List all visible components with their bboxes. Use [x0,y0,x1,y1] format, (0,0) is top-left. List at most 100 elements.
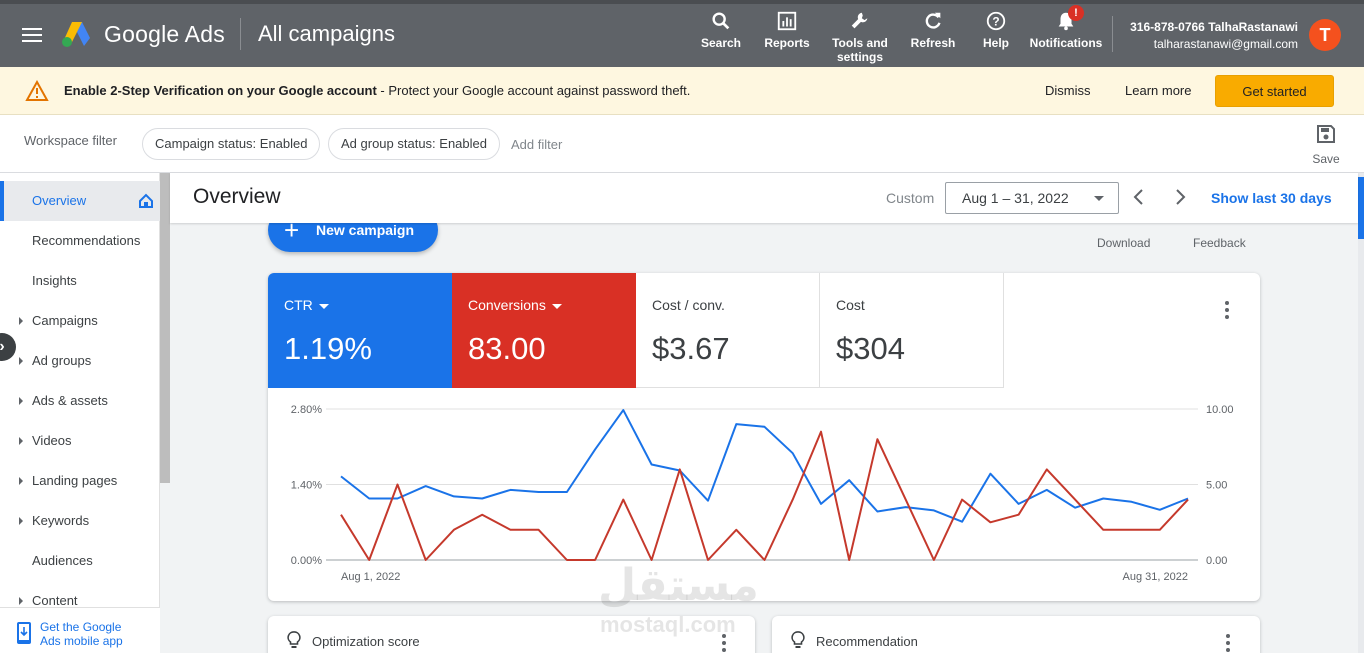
series-line-conversions [340,430,1189,561]
y-right-tick-label: 10.00 [1206,404,1234,416]
watermark-url: mostaql.com [600,612,736,637]
metric-value: 1.19% [284,331,372,366]
brand-title: Google Ads [104,21,225,47]
ad-group-status-chip[interactable]: Ad group status: Enabled [328,128,500,160]
warning-icon [25,80,49,101]
previous-period-icon[interactable] [1129,187,1149,207]
save-button[interactable]: Save [1308,124,1344,166]
expand-caret-icon [19,477,23,485]
expand-caret-icon [19,597,23,605]
x-end-label: Aug 31, 2022 [1123,571,1188,583]
help-button[interactable]: ? Help [980,10,1012,50]
show-last-30-days-link[interactable]: Show last 30 days [1211,190,1332,206]
search-icon [712,12,730,30]
top-app-bar: Google Ads All campaigns Search Reports … [0,0,1364,67]
expand-caret-icon [19,517,23,525]
sidebar-item-landing-pages[interactable]: Landing pages [0,461,160,501]
recommendation-card[interactable]: Recommendation [772,616,1260,653]
sidebar-nav: Overview Recommendations Insights Campai… [0,173,160,653]
next-period-icon[interactable] [1170,187,1190,207]
save-icon [1317,125,1335,143]
dismiss-button[interactable]: Dismiss [1045,83,1091,98]
more-options-icon[interactable] [1226,634,1230,652]
get-started-button[interactable]: Get started [1215,75,1334,107]
sidebar-item-overview[interactable]: Overview [0,181,160,221]
sidebar-item-campaigns[interactable]: Campaigns [0,301,160,341]
metric-value: $3.67 [652,331,730,366]
sidebar-scrollbar[interactable] [160,173,170,483]
y-left-tick-label: 2.80% [291,404,322,416]
svg-text:?: ? [992,15,999,29]
lightbulb-icon [791,631,805,648]
workspace-filter-label: Workspace filter [24,133,117,148]
sidebar-item-keywords[interactable]: Keywords [0,501,160,541]
page-scrollbar-track[interactable] [1358,173,1364,653]
metric-conversions[interactable]: Conversions 83.00 [452,273,636,388]
sidebar-item-insights[interactable]: Insights [0,261,160,301]
campaign-status-chip[interactable]: Campaign status: Enabled [142,128,321,160]
sidebar-item-recommendations[interactable]: Recommendations [0,221,160,261]
date-range-select[interactable]: Aug 1 – 31, 2022 [945,182,1119,214]
y-right-tick-label: 0.00 [1206,555,1227,567]
expand-caret-icon [19,397,23,405]
x-start-label: Aug 1, 2022 [341,571,400,583]
refresh-button[interactable]: Refresh [910,10,956,50]
series-line-ctr [340,409,1189,523]
metric-value: $304 [836,331,905,366]
reports-icon [777,11,797,31]
feedback-button[interactable]: Feedback [1193,236,1246,250]
more-options-icon[interactable] [1225,301,1229,319]
sidebar-item-ad-groups[interactable]: Ad groups [0,341,160,381]
expand-caret-icon [19,437,23,445]
mobile-app-promo[interactable]: Get the Google Ads mobile app [0,607,160,653]
custom-label: Custom [886,190,935,206]
sidebar-item-videos[interactable]: Videos [0,421,160,461]
reports-button[interactable]: Reports [763,10,811,50]
page-scrollbar-thumb[interactable] [1358,177,1364,239]
performance-card: CTR 1.19% Conversions 83.00 Cost / conv.… [268,273,1260,601]
divider [240,18,241,50]
verification-banner: Enable 2-Step Verification on your Googl… [0,67,1364,115]
dropdown-arrow-icon [318,303,329,309]
home-icon [139,193,153,208]
filter-bar: Workspace filter Campaign status: Enable… [0,115,1364,173]
search-button[interactable]: Search [700,10,742,50]
help-icon: ? [986,11,1006,31]
account-name[interactable]: 316-878-0766 TalhaRastanawi [1130,20,1298,34]
sidebar-item-ads-assets[interactable]: Ads & assets [0,381,160,421]
sidebar-item-audiences[interactable]: Audiences [0,541,160,581]
mobile-download-icon [17,622,31,644]
divider [1112,16,1113,52]
google-ads-logo-icon [62,22,90,47]
performance-line-chart: 2.80% 1.40% 0.00% 10.00 5.00 0.00 Aug 1, 2022 A… [291,404,1234,583]
card-title: Recommendation [816,634,918,649]
y-left-tick-label: 1.40% [291,480,322,492]
banner-message: Enable 2-Step Verification on your Googl… [64,83,691,98]
menu-icon[interactable] [22,28,42,42]
notifications-button[interactable]: ! Notifications [1028,5,1104,50]
metric-value: 83.00 [468,331,546,366]
add-filter-button[interactable]: Add filter [511,137,562,152]
metric-ctr[interactable]: CTR 1.19% [268,273,452,388]
notification-badge: ! [1068,5,1084,21]
top-edge [0,0,1364,4]
dropdown-arrow-icon [551,303,562,309]
download-button[interactable]: Download [1097,236,1150,250]
metric-cost[interactable]: Cost $304 [820,273,1004,388]
metric-cost-per-conv[interactable]: Cost / conv. $3.67 [636,273,820,388]
lightbulb-icon [287,631,301,648]
y-right-tick-label: 5.00 [1206,480,1227,492]
expand-caret-icon [19,317,23,325]
page-breadcrumb[interactable]: All campaigns [258,21,395,47]
tools-and-settings-button[interactable]: Tools and settings [830,10,890,64]
wrench-icon [851,12,868,29]
card-title: Optimization score [312,634,420,649]
learn-more-link[interactable]: Learn more [1125,83,1191,98]
y-left-tick-label: 0.00% [291,555,322,567]
watermark-text: مستقل [598,561,759,610]
page-title: Overview [193,185,281,208]
overview-header: Overview Custom Aug 1 – 31, 2022 Show la… [170,173,1358,223]
account-email[interactable]: talharastanawi@gmail.com [1154,37,1298,51]
refresh-icon [925,12,941,29]
avatar[interactable]: T [1309,19,1341,51]
